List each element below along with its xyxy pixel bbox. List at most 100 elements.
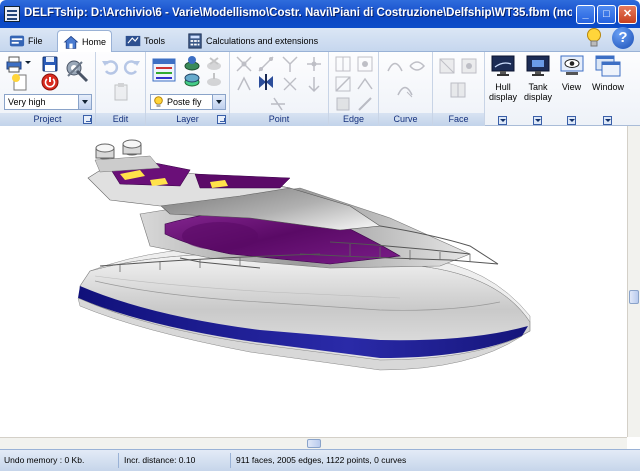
point-project-icon[interactable] [256, 72, 276, 92]
window-dropdown-icon[interactable] [603, 116, 612, 125]
scroll-down-icon[interactable] [628, 425, 640, 437]
face-add-icon[interactable] [437, 56, 457, 76]
point-collapse-icon[interactable] [280, 54, 300, 74]
tab-home-label: Home [82, 37, 107, 47]
help-button[interactable]: ? [612, 27, 634, 49]
layer-select-value: Poste fly [167, 97, 202, 107]
group-point-label: Point [230, 113, 328, 126]
tab-calculations[interactable]: Calculations and extensions [182, 30, 323, 52]
layer-select[interactable]: Poste fly [150, 94, 226, 110]
lightbulb-icon[interactable] [585, 27, 603, 49]
layer-expand-icon[interactable] [217, 115, 226, 124]
title-bar: DELFTship: D:\Archivio\6 - Varie\Modelli… [0, 0, 640, 28]
horizontal-scroll-thumb[interactable] [307, 439, 321, 448]
power-icon[interactable] [40, 72, 60, 92]
point-insert-icon[interactable] [304, 54, 324, 74]
vertical-scroll-thumb[interactable] [629, 290, 639, 304]
tab-tools[interactable]: Tools [120, 30, 170, 52]
curve-add-icon[interactable] [385, 56, 405, 76]
save-icon[interactable] [40, 54, 60, 74]
print-dropdown-icon[interactable] [25, 61, 31, 67]
calculator-icon [188, 33, 202, 49]
tank-monitor-icon [526, 55, 550, 76]
group-edit: Edit [96, 52, 146, 126]
edge-extrude-icon[interactable] [333, 94, 353, 114]
chevron-down-icon[interactable] [212, 95, 225, 109]
edge-collapse-icon[interactable] [355, 54, 375, 74]
undo-memory-status: Undo memory : 0 Kb. [4, 455, 85, 465]
tank-display-dropdown-icon[interactable] [533, 116, 542, 125]
clipboard-icon[interactable] [111, 82, 131, 102]
group-face: Face [433, 52, 485, 126]
point-unlock-icon[interactable] [280, 74, 300, 94]
group-edge: Edge [329, 52, 379, 126]
window-button[interactable]: Window [590, 54, 626, 92]
group-window: Window [588, 52, 628, 126]
group-project: Very high Project [0, 52, 96, 126]
horizontal-scrollbar[interactable] [0, 437, 627, 449]
point-add-icon[interactable] [234, 54, 254, 74]
status-divider [118, 453, 119, 468]
group-edit-label: Edit [96, 113, 145, 126]
view-button[interactable]: View [555, 54, 588, 92]
group-view: View [555, 52, 588, 126]
face-flip-icon[interactable] [459, 56, 479, 76]
hull-display-label: Hull display [488, 82, 517, 102]
hull-display-dropdown-icon[interactable] [498, 116, 507, 125]
minimize-button[interactable]: _ [576, 5, 595, 24]
layer-move-icon[interactable] [204, 70, 224, 90]
file-icon [9, 35, 25, 47]
curve-delete-icon[interactable] [395, 80, 415, 100]
new-project-icon[interactable] [10, 72, 30, 92]
window-label: Window [591, 82, 624, 92]
tab-tools-label: Tools [144, 36, 166, 46]
layer-properties-icon[interactable] [150, 56, 178, 84]
vertical-scrollbar[interactable] [627, 126, 640, 437]
group-curve: Curve [379, 52, 433, 126]
undo-icon[interactable] [100, 56, 120, 76]
hull-display-button[interactable]: Hull display [485, 54, 521, 102]
group-face-label: Face [433, 113, 484, 126]
tank-display-label: Tank display [523, 82, 552, 102]
point-extrude-icon[interactable] [304, 74, 324, 94]
group-tank-display: Tank display [521, 52, 555, 126]
model-counts-status: 911 faces, 2005 edges, 1122 points, 0 cu… [236, 455, 407, 465]
point-lock-icon[interactable] [234, 74, 254, 94]
tab-home[interactable]: Home [57, 30, 113, 53]
point-intersect-icon[interactable] [268, 94, 288, 114]
layer-color-icon[interactable] [182, 70, 202, 90]
view-dropdown-icon[interactable] [567, 116, 576, 125]
hull-monitor-icon [491, 55, 515, 76]
precision-select[interactable]: Very high [4, 94, 92, 110]
home-icon [63, 35, 79, 49]
group-curve-label: Curve [379, 113, 432, 126]
window-icon [595, 55, 621, 77]
close-button[interactable]: ✕ [618, 5, 637, 24]
view-label: View [561, 82, 582, 92]
maximize-button[interactable]: □ [597, 5, 616, 24]
settings-icon[interactable] [62, 56, 90, 84]
edge-connect-icon[interactable] [355, 94, 375, 114]
status-divider [230, 453, 231, 468]
tank-display-button[interactable]: Tank display [521, 54, 555, 102]
point-align-icon[interactable] [256, 54, 276, 74]
redo-icon[interactable] [122, 56, 142, 76]
tools-icon [125, 35, 141, 47]
print-icon[interactable] [4, 54, 24, 74]
tab-file[interactable]: File [4, 30, 48, 52]
model-viewport[interactable] [0, 126, 627, 437]
chevron-down-icon[interactable] [78, 95, 91, 109]
project-expand-icon[interactable] [83, 115, 92, 124]
edge-insert-icon[interactable] [333, 74, 353, 94]
edge-split-icon[interactable] [333, 54, 353, 74]
scroll-up-icon[interactable] [628, 126, 640, 138]
face-mirror-icon[interactable] [448, 80, 468, 100]
group-project-label: Project [0, 113, 95, 126]
ribbon-tabs: File Home Tools Calculations and extensi… [0, 28, 640, 53]
group-hull-display: Hull display [485, 52, 521, 126]
group-point: Point [230, 52, 329, 126]
curve-edit-icon[interactable] [407, 56, 427, 76]
increment-distance-status: Incr. distance: 0.10 [124, 455, 196, 465]
app-icon[interactable] [4, 6, 20, 22]
edge-crease-icon[interactable] [355, 74, 375, 94]
